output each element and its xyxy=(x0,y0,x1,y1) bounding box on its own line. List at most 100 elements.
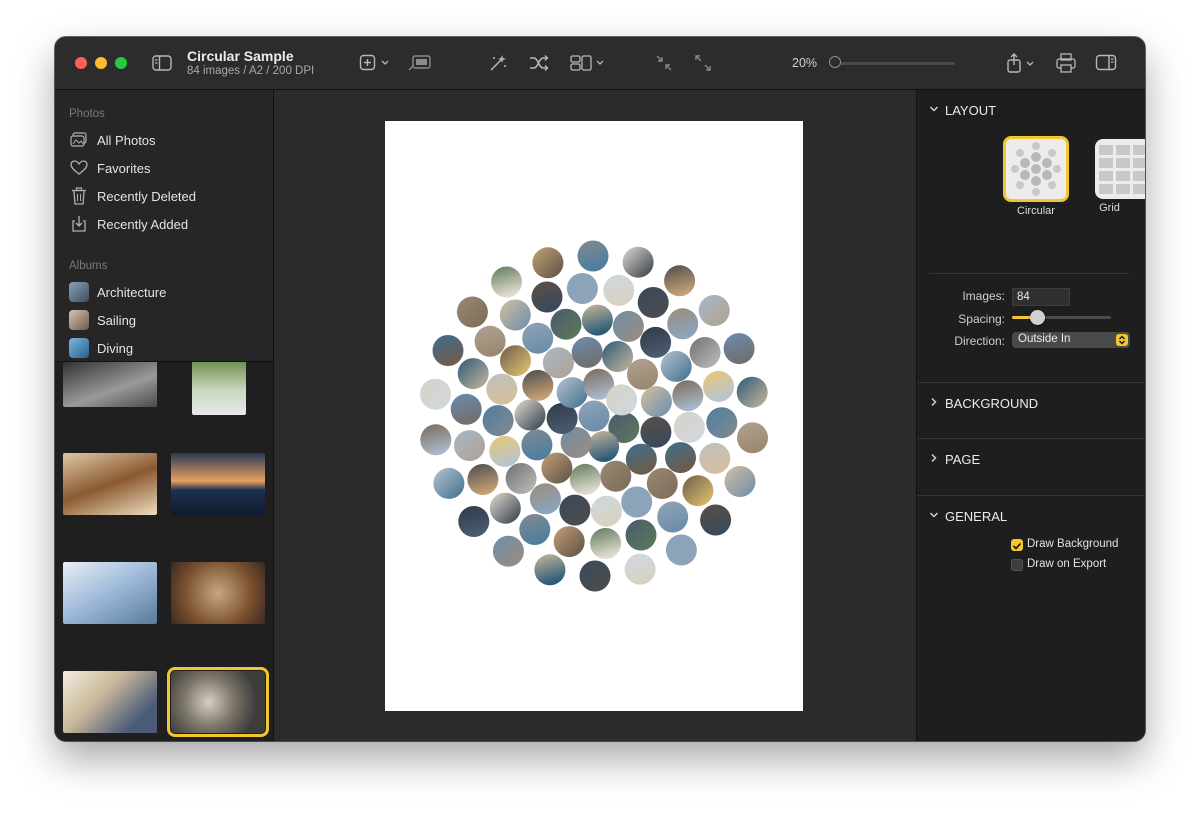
collage-photo-circle[interactable] xyxy=(450,393,482,425)
collage-photo-circle[interactable] xyxy=(550,308,582,340)
zoom-slider-knob[interactable] xyxy=(829,56,841,68)
collage-photo-circle[interactable] xyxy=(529,483,561,515)
collage-photo-circle[interactable] xyxy=(457,358,489,390)
collapse-icon[interactable] xyxy=(654,53,674,73)
collage-photo-circle[interactable] xyxy=(665,442,696,474)
collage-photo-circle[interactable] xyxy=(698,295,730,326)
background-section-header[interactable]: BACKGROUND xyxy=(929,396,1038,411)
collage-photo-circle[interactable] xyxy=(467,464,499,495)
draw-background-checkbox[interactable] xyxy=(1011,539,1023,551)
collage-photo-circle[interactable] xyxy=(621,486,653,518)
collage-photo-circle[interactable] xyxy=(665,534,697,566)
collage-photo-circle[interactable] xyxy=(723,333,755,365)
layout-section-header[interactable]: LAYOUT xyxy=(929,103,996,118)
collage-photo-circle[interactable] xyxy=(556,377,588,409)
sidebar-item-all-photos[interactable]: All Photos xyxy=(69,128,269,152)
sidebar-item-architecture[interactable]: Architecture xyxy=(69,280,269,304)
collage-photo-circle[interactable] xyxy=(514,399,546,431)
collage-photo-circle[interactable] xyxy=(458,506,490,537)
photo-thumbnail[interactable] xyxy=(171,453,265,515)
slideshow-icon[interactable] xyxy=(407,53,433,73)
expand-icon[interactable] xyxy=(693,53,713,73)
collage-photo-circle[interactable] xyxy=(500,345,531,377)
sidebar-item-favorites[interactable]: Favorites xyxy=(69,156,269,180)
photo-thumbnail[interactable] xyxy=(63,362,157,407)
collage-photo-circle[interactable] xyxy=(640,416,672,448)
collage-photo-circle[interactable] xyxy=(667,308,699,340)
collage-photo-circle[interactable] xyxy=(657,501,689,533)
collage-photo-circle[interactable] xyxy=(569,463,601,495)
collage-photo-circle[interactable] xyxy=(673,411,705,443)
spacing-slider-knob[interactable] xyxy=(1029,310,1045,325)
collage-photo-circle[interactable] xyxy=(433,467,465,499)
collage-photo-circle[interactable] xyxy=(578,400,610,432)
photo-thumbnail[interactable] xyxy=(171,562,265,624)
collage-photo-circle[interactable] xyxy=(588,431,620,462)
collage-photo-circle[interactable] xyxy=(499,299,531,331)
sidebar-item-diving[interactable]: Diving xyxy=(69,336,269,360)
collage-photo-circle[interactable] xyxy=(489,492,521,524)
direction-popup[interactable]: Outside In xyxy=(1012,332,1130,348)
collage-photo-circle[interactable] xyxy=(420,424,452,456)
layout-menu-button[interactable] xyxy=(569,53,609,73)
collage-photo-circle[interactable] xyxy=(474,325,506,357)
collage-photo-circle[interactable] xyxy=(699,442,731,474)
collage-photo-circle[interactable] xyxy=(454,430,485,462)
sidebar-item-recently-added[interactable]: Recently Added xyxy=(69,212,269,236)
collage-photo-circle[interactable] xyxy=(420,378,451,410)
collage-photo-circle[interactable] xyxy=(542,347,574,379)
collage-photo-circle[interactable] xyxy=(660,350,692,382)
collage-photo-circle[interactable] xyxy=(486,373,518,405)
collage-photo-circle[interactable] xyxy=(456,296,488,328)
collage-photo-circle[interactable] xyxy=(571,336,603,368)
collage-photo-circle[interactable] xyxy=(700,504,732,536)
zoom-window-button[interactable] xyxy=(115,57,127,69)
collage-photo-circle[interactable] xyxy=(553,526,585,558)
collage-photo-circle[interactable] xyxy=(736,376,768,408)
collage-photo-circle[interactable] xyxy=(640,326,672,358)
photo-thumbnail[interactable] xyxy=(63,671,157,733)
layout-option-circular[interactable]: Circular xyxy=(1003,136,1069,217)
collage-photo-circle[interactable] xyxy=(664,265,696,297)
sidebar-item-recently-deleted[interactable]: Recently Deleted xyxy=(69,184,269,208)
collage-photo-circle[interactable] xyxy=(606,384,638,416)
collage-page[interactable] xyxy=(385,121,803,711)
zoom-slider[interactable] xyxy=(831,62,955,65)
collage-photo-circle[interactable] xyxy=(531,281,563,313)
collage-photo-circle[interactable] xyxy=(706,407,738,439)
collage-photo-circle[interactable] xyxy=(640,386,672,418)
draw-on-export-checkbox[interactable] xyxy=(1011,559,1023,571)
collage-photo-circle[interactable] xyxy=(532,247,564,279)
collage-photo-circle[interactable] xyxy=(521,429,553,461)
close-window-button[interactable] xyxy=(75,57,87,69)
collage-photo-circle[interactable] xyxy=(581,304,613,336)
collage-photo-circle[interactable] xyxy=(566,273,598,304)
collage-photo-circle[interactable] xyxy=(591,495,622,527)
collage-photo-circle[interactable] xyxy=(577,240,609,272)
print-icon[interactable] xyxy=(1055,52,1077,74)
shuffle-icon[interactable] xyxy=(528,53,550,73)
collage-photo-circle[interactable] xyxy=(724,466,756,497)
add-button[interactable] xyxy=(359,53,393,73)
collage-photo-circle[interactable] xyxy=(646,468,678,499)
collage-photo-circle[interactable] xyxy=(602,341,634,372)
spacing-slider[interactable] xyxy=(1012,310,1111,325)
collage-photo-circle[interactable] xyxy=(682,475,714,507)
collage-photo-circle[interactable] xyxy=(600,460,632,492)
photo-thumbnail[interactable] xyxy=(63,562,157,624)
sidebar-toggle-icon[interactable] xyxy=(151,53,173,73)
collage-photo-circle[interactable] xyxy=(590,528,622,559)
collage-photo-circle[interactable] xyxy=(519,514,551,545)
collage-photo-circle[interactable] xyxy=(489,435,521,467)
collage-photo-circle[interactable] xyxy=(672,380,704,412)
share-button[interactable] xyxy=(1005,52,1037,74)
collage-photo-circle[interactable] xyxy=(534,554,566,586)
collage-photo-circle[interactable] xyxy=(612,310,644,342)
collage-photo-circle[interactable] xyxy=(559,494,591,526)
general-section-header[interactable]: GENERAL xyxy=(929,509,1007,524)
collage-photo-circle[interactable] xyxy=(737,422,768,454)
minimize-window-button[interactable] xyxy=(95,57,107,69)
collage-photo-circle[interactable] xyxy=(689,337,721,368)
collage-photo-circle[interactable] xyxy=(492,535,524,567)
collage-photo-circle[interactable] xyxy=(622,246,654,278)
